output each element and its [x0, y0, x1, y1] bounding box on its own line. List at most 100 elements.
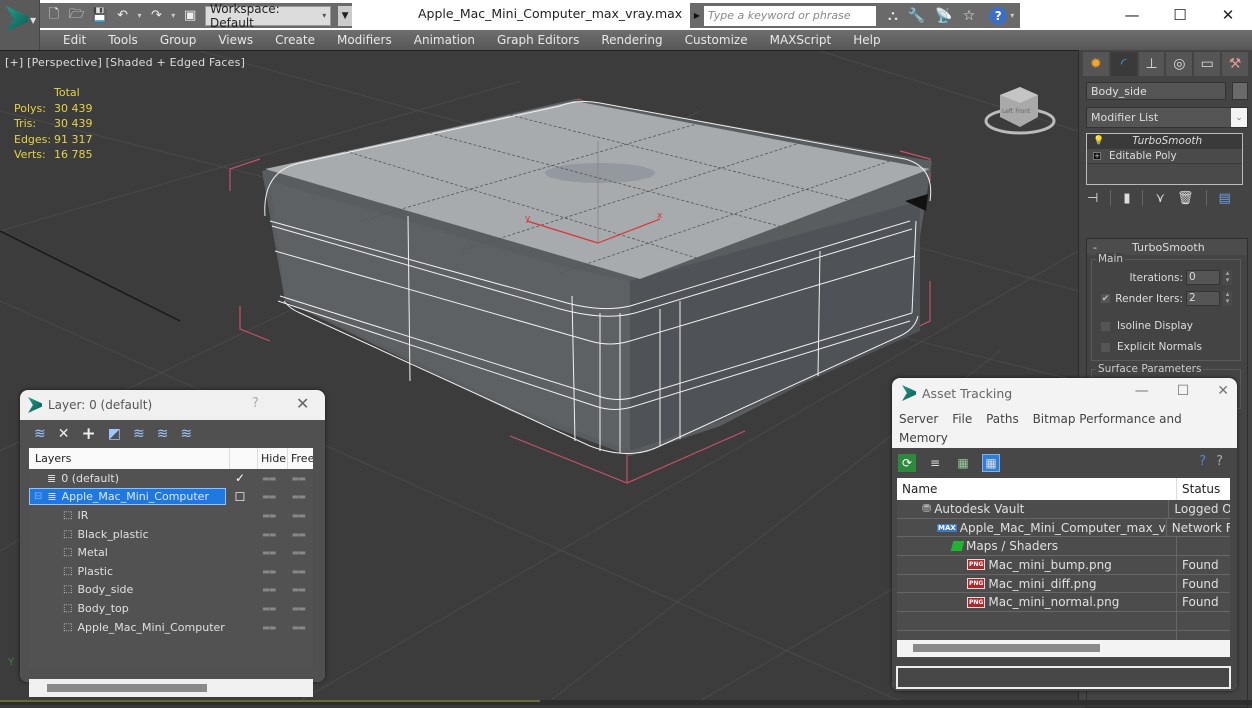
help-dropdown-icon[interactable]: ▾: [1010, 11, 1014, 20]
create-layer-icon[interactable]: ≋: [34, 426, 46, 442]
layer-name-cell[interactable]: ⬚ Body_top: [29, 602, 226, 615]
hide-toggle[interactable]: ▬▬: [254, 604, 284, 613]
column-freeze[interactable]: Free: [287, 448, 313, 469]
current-layer-toggle[interactable]: ✓: [226, 471, 254, 485]
menu-bitmap-performance[interactable]: Bitmap Performance and Memory: [899, 412, 1182, 445]
layer-name-cell[interactable]: ⬚ Black_plastic: [29, 528, 226, 541]
path-input[interactable]: [896, 666, 1231, 689]
remove-modifier-icon[interactable]: 🗑: [1177, 191, 1194, 206]
menu-graph-editors[interactable]: Graph Editors: [486, 33, 590, 47]
layer-row[interactable]: ⬚ Body_side ▬▬ ▬▬: [29, 581, 313, 600]
satellite-icon[interactable]: 📡: [935, 8, 952, 24]
asset-row[interactable]: PNG Mac_mini_diff.png Found: [897, 574, 1230, 594]
hierarchy-tab[interactable]: ⊥: [1138, 52, 1165, 76]
help-button[interactable]: ?: [252, 396, 259, 411]
iterations-field[interactable]: 0: [1186, 270, 1220, 285]
menu-create[interactable]: Create: [264, 33, 326, 47]
customize-toolbar-button[interactable]: ▼: [338, 5, 352, 26]
menu-rendering[interactable]: Rendering: [590, 33, 673, 47]
stack-item-turbosmooth[interactable]: 💡 TurboSmooth: [1087, 134, 1242, 149]
layer-row[interactable]: ≣ 0 (default) ✓ ▬▬ ▬▬: [29, 469, 313, 488]
menu-group[interactable]: Group: [149, 33, 208, 47]
column-name[interactable]: Name: [897, 478, 1177, 500]
collapse-icon[interactable]: -: [1093, 241, 1097, 254]
menu-help[interactable]: Help: [842, 33, 891, 47]
menu-server[interactable]: Server: [899, 412, 938, 426]
expand-arrow-icon[interactable]: ▶: [690, 11, 704, 20]
horizontal-scrollbar[interactable]: [897, 640, 1230, 657]
expand-plus-icon[interactable]: +: [1093, 152, 1101, 160]
hide-toggle[interactable]: ▬▬: [254, 585, 284, 594]
layer-name-cell[interactable]: ⬚ IR: [29, 509, 226, 522]
column-layers[interactable]: Layers: [29, 452, 229, 465]
time-slider-track[interactable]: [0, 700, 540, 702]
menu-views[interactable]: Views: [207, 33, 264, 47]
modify-tab[interactable]: ◜: [1110, 52, 1137, 76]
refresh-icon[interactable]: ⟳: [898, 454, 916, 472]
render-iters-checkbox[interactable]: ✔: [1100, 293, 1111, 304]
select-objects-icon[interactable]: ◩: [108, 426, 121, 442]
menu-paths[interactable]: Paths: [986, 412, 1019, 426]
thumbnail-view-icon[interactable]: ▦: [954, 454, 972, 472]
layer-row[interactable]: ⬚ Apple_Mac_Mini_Computer ▬▬ ▬▬: [29, 618, 313, 637]
new-file-icon[interactable]: 🗋: [46, 7, 62, 24]
hide-toggle[interactable]: ▬▬: [254, 567, 284, 576]
list-view-icon[interactable]: ≡: [926, 454, 944, 472]
redo-icon[interactable]: ↷: [149, 8, 165, 24]
layer-name-cell[interactable]: ⬚ Plastic: [29, 565, 226, 578]
freeze-toggle[interactable]: ▬▬: [283, 567, 313, 576]
layer-row[interactable]: ⊟ ≣ Apple_Mac_Mini_Computer ☐ ▬▬ ▬▬: [29, 488, 313, 507]
layer-row[interactable]: ⬚ Metal ▬▬ ▬▬: [29, 543, 313, 562]
layer-row[interactable]: ⬚ IR ▬▬ ▬▬: [29, 506, 313, 525]
close-button[interactable]: ✕: [1217, 383, 1229, 399]
close-button[interactable]: ✕: [1204, 0, 1252, 30]
iterations-spinner[interactable]: ▴ ▾: [1223, 270, 1232, 285]
undo-icon[interactable]: ↶: [115, 8, 131, 24]
freeze-toggle[interactable]: ▬▬: [283, 604, 313, 613]
viewport-label-menu[interactable]: [+] [Perspective] [Shaded + Edged Faces]: [5, 56, 245, 69]
freeze-toggle[interactable]: ▬▬: [283, 492, 313, 501]
layer-name-cell[interactable]: ⬚ Body_side: [29, 583, 226, 596]
layer-row[interactable]: ⬚ Black_plastic ▬▬ ▬▬: [29, 525, 313, 544]
layer-row[interactable]: ⬚ Plastic ▬▬ ▬▬: [29, 562, 313, 581]
asset-row[interactable]: ⛃ Autodesk Vault Logged O: [897, 499, 1230, 519]
undo-dropdown-icon[interactable]: ▾: [138, 11, 142, 20]
open-folder-icon[interactable]: 🗁: [69, 7, 85, 24]
freeze-toggle[interactable]: ▬▬: [283, 530, 313, 539]
redo-dropdown-icon[interactable]: ▾: [171, 11, 175, 20]
maximize-button[interactable]: ☐: [1156, 0, 1204, 30]
app-menu-button[interactable]: ▼: [0, 0, 40, 50]
wrench-icon[interactable]: 🔧: [908, 8, 925, 24]
minimize-button[interactable]: —: [1135, 383, 1149, 399]
current-layer-toggle[interactable]: ☐: [226, 490, 254, 504]
utilities-tab[interactable]: ⚒: [1222, 52, 1248, 76]
make-unique-icon[interactable]: ⋎: [1155, 191, 1165, 206]
table-view-icon[interactable]: ▦: [982, 454, 1000, 472]
hide-toggle[interactable]: ▬▬: [254, 623, 284, 632]
freeze-all-layers-icon[interactable]: ≋: [180, 426, 192, 442]
layer-name-cell[interactable]: ⬚ Apple_Mac_Mini_Computer: [29, 621, 226, 634]
menu-animation[interactable]: Animation: [403, 33, 486, 47]
layer-row[interactable]: ⬚ Body_top ▬▬ ▬▬: [29, 599, 313, 618]
workspace-dropdown[interactable]: Workspace: Default ▾: [205, 2, 332, 30]
hide-toggle[interactable]: ▬▬: [254, 548, 284, 557]
asset-row[interactable]: PNG Mac_mini_normal.png Found: [897, 593, 1230, 613]
close-button[interactable]: ✕: [296, 394, 309, 413]
freeze-toggle[interactable]: ▬▬: [283, 548, 313, 557]
add-to-layer-icon[interactable]: +: [81, 424, 95, 444]
freeze-toggle[interactable]: ▬▬: [283, 511, 313, 520]
viewcube[interactable]: Left Front: [980, 81, 1060, 141]
explicit-normals-checkbox[interactable]: [1100, 341, 1111, 353]
help-icon[interactable]: ?: [1199, 454, 1206, 469]
motion-tab[interactable]: ◎: [1166, 52, 1193, 76]
display-tab[interactable]: ▭: [1194, 52, 1221, 76]
asset-row[interactable]: PNG Mac_mini_bump.png Found: [897, 555, 1230, 575]
render-iters-spinner[interactable]: ▴ ▾: [1223, 291, 1232, 306]
hide-toggle[interactable]: ▬▬: [254, 530, 284, 539]
menu-modifiers[interactable]: Modifiers: [326, 33, 403, 47]
menu-file[interactable]: File: [952, 412, 972, 426]
collapse-icon[interactable]: ⊟: [34, 491, 42, 502]
menu-customize[interactable]: Customize: [674, 33, 759, 47]
render-iters-field[interactable]: 2: [1186, 291, 1220, 306]
binoculars-icon[interactable]: ⛬: [888, 8, 898, 24]
